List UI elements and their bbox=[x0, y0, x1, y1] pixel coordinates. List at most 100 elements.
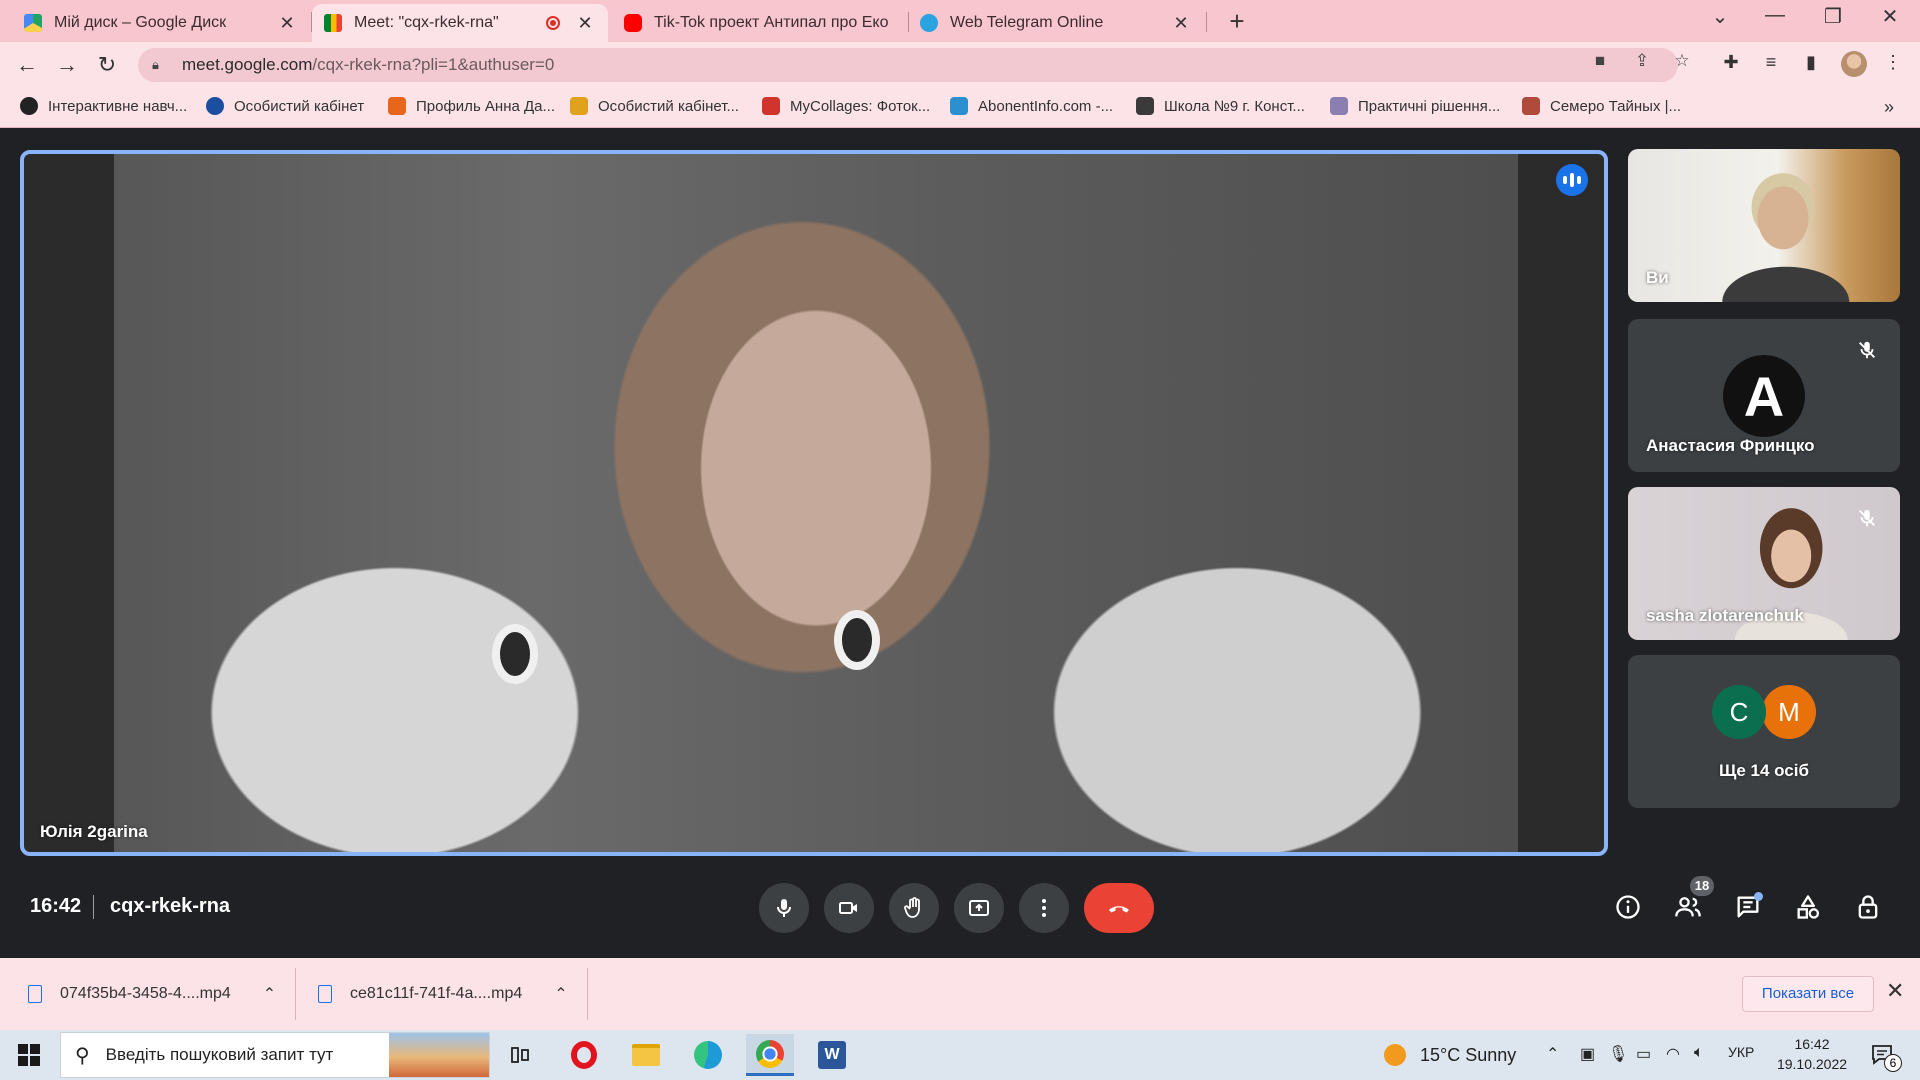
minimize-button[interactable]: — bbox=[1755, 4, 1795, 27]
more-options-button[interactable] bbox=[1019, 883, 1069, 933]
meeting-details-button[interactable] bbox=[1608, 887, 1648, 927]
download-item[interactable]: ce81c11f-741f-4a....mp4 ⌃ bbox=[318, 958, 568, 1030]
new-tab-button[interactable]: + bbox=[1222, 6, 1252, 37]
host-controls-button[interactable] bbox=[1848, 887, 1888, 927]
meeting-code: cqx-rkek-rna bbox=[110, 895, 231, 917]
tab-title: Meet: "cqx-rkek-rna" bbox=[354, 14, 499, 31]
wifi-icon[interactable]: ◠ bbox=[1666, 1044, 1680, 1064]
opera-icon[interactable] bbox=[560, 1034, 608, 1076]
media-controls-icon[interactable]: ≡ bbox=[1758, 52, 1784, 73]
file-explorer-icon[interactable] bbox=[622, 1034, 670, 1076]
chevron-up-icon[interactable]: ⌃ bbox=[554, 984, 567, 1004]
avatar: M bbox=[1762, 685, 1816, 739]
bookmark-favicon-icon bbox=[950, 97, 968, 115]
more-participants-label: Ще 14 осіб bbox=[1719, 761, 1809, 780]
bookmark-star-icon[interactable]: ☆ bbox=[1670, 51, 1694, 71]
menu-icon[interactable]: ⋮ bbox=[1880, 52, 1906, 73]
meet-tray-icon[interactable]: ▣ bbox=[1580, 1044, 1595, 1064]
camera-in-use-icon[interactable]: ■ bbox=[1588, 51, 1612, 71]
weather-widget[interactable]: 15°C Sunny bbox=[1384, 1044, 1516, 1066]
tab-title: Tik-Tok проект Антипал про Еко bbox=[654, 14, 889, 31]
close-icon[interactable]: ✕ bbox=[1170, 13, 1192, 34]
bookmark-item[interactable]: Особистий кабінет bbox=[206, 97, 364, 115]
participant-name: sasha zlotarenchuk bbox=[1646, 606, 1804, 625]
leave-call-button[interactable] bbox=[1084, 883, 1154, 933]
battery-icon[interactable]: ▭ bbox=[1636, 1044, 1651, 1064]
forward-button[interactable]: → bbox=[52, 50, 82, 80]
clock[interactable]: 16:42 19.10.2022 bbox=[1772, 1034, 1852, 1074]
hand-icon bbox=[904, 897, 920, 918]
bookmark-item[interactable]: Інтерактивне навч... bbox=[20, 97, 187, 115]
tab-youtube[interactable]: Tik-Tok проект Антипал про Еко bbox=[612, 4, 908, 42]
close-downloads-button[interactable]: ✕ bbox=[1886, 978, 1904, 1004]
bookmark-label: Особистий кабінет bbox=[234, 97, 365, 115]
more-participants-tile[interactable]: C M Ще 14 осіб bbox=[1628, 655, 1900, 808]
bookmark-label: Інтерактивне навч... bbox=[48, 97, 188, 115]
participant-tile[interactable]: A Анастасия Фринцко bbox=[1628, 319, 1900, 472]
main-participant-tile[interactable]: Юлія 2garina bbox=[20, 150, 1608, 856]
tab-telegram[interactable]: Web Telegram Online ✕ bbox=[908, 4, 1204, 42]
meeting-time: 16:42 bbox=[30, 895, 82, 917]
raise-hand-button[interactable] bbox=[889, 883, 939, 933]
close-icon[interactable]: ✕ bbox=[574, 13, 596, 34]
microphone-button[interactable] bbox=[759, 883, 809, 933]
clock-time: 16:42 bbox=[1794, 1036, 1830, 1052]
reload-button[interactable]: ↻ bbox=[92, 50, 122, 80]
activities-button[interactable] bbox=[1788, 887, 1828, 927]
search-highlight-image bbox=[389, 1033, 489, 1077]
tab-google-drive[interactable]: Мій диск – Google Диск ✕ bbox=[12, 4, 310, 42]
bookmark-item[interactable]: Школа №9 г. Конст... bbox=[1136, 97, 1305, 115]
bookmark-item[interactable]: Практичні рішення... bbox=[1330, 97, 1500, 115]
bookmark-item[interactable]: MyCollages: Фоток... bbox=[762, 97, 930, 115]
close-icon[interactable]: ✕ bbox=[276, 13, 298, 34]
share-icon[interactable]: ⇪ bbox=[1630, 51, 1654, 71]
mic-off-icon bbox=[1859, 509, 1875, 527]
present-button[interactable] bbox=[954, 883, 1004, 933]
microphone-tray-icon[interactable]: 🎙︎ bbox=[1608, 1044, 1628, 1064]
info-icon bbox=[1616, 895, 1640, 919]
word-icon[interactable]: W bbox=[808, 1034, 856, 1076]
weather-text: 15°C Sunny bbox=[1420, 1044, 1517, 1065]
extensions-icon[interactable]: ✚ bbox=[1718, 52, 1744, 73]
bookmark-item[interactable]: Семеро Тайных |... bbox=[1522, 97, 1681, 115]
self-tile[interactable]: Ви bbox=[1628, 149, 1900, 302]
url-host: meet.google.com bbox=[182, 55, 313, 74]
bookmark-item[interactable]: AbonentInfo.com -... bbox=[950, 97, 1113, 115]
file-icon bbox=[318, 985, 332, 1003]
back-button[interactable]: ← bbox=[12, 50, 42, 80]
maximize-button[interactable]: ❐ bbox=[1813, 4, 1853, 29]
tab-google-meet[interactable]: Meet: "cqx-rkek-rna" ✕ bbox=[312, 4, 608, 42]
bookmark-favicon-icon bbox=[1522, 97, 1540, 115]
tab-search-chevron-icon[interactable]: ⌄ bbox=[1700, 4, 1740, 29]
bookmark-item[interactable]: Профиль Анна Да... bbox=[388, 97, 555, 115]
taskbar-search-input[interactable]: ⚲ Введіть пошуковий запит тут bbox=[60, 1032, 490, 1078]
bookmark-item[interactable]: Особистий кабінет... bbox=[570, 97, 739, 115]
edge-icon[interactable] bbox=[684, 1034, 732, 1076]
bookmark-favicon-icon bbox=[206, 97, 224, 115]
chevron-up-icon[interactable]: ⌃ bbox=[263, 984, 276, 1004]
chevron-up-icon[interactable]: ⌃ bbox=[1546, 1044, 1559, 1064]
participant-tile[interactable]: sasha zlotarenchuk bbox=[1628, 487, 1900, 640]
present-screen-icon bbox=[969, 900, 989, 916]
more-vert-icon bbox=[1042, 899, 1046, 917]
chrome-icon[interactable] bbox=[746, 1034, 794, 1076]
bookmarks-overflow-button[interactable]: » bbox=[1884, 97, 1894, 118]
side-panel-icon[interactable]: ▮ bbox=[1798, 52, 1824, 73]
windows-start-icon[interactable] bbox=[18, 1044, 40, 1066]
avatar: A bbox=[1723, 355, 1805, 437]
language-indicator[interactable]: УКР bbox=[1728, 1044, 1754, 1060]
download-item[interactable]: 074f35b4-3458-4....mp4 ⌃ bbox=[28, 958, 276, 1030]
bookmark-favicon-icon bbox=[1330, 97, 1348, 115]
camera-button[interactable] bbox=[824, 883, 874, 933]
notification-count-badge: 6 bbox=[1884, 1054, 1902, 1072]
participant-video bbox=[114, 154, 1518, 852]
show-all-downloads-button[interactable]: Показати все bbox=[1742, 976, 1874, 1012]
lock-icon[interactable]: 🔒︎ bbox=[152, 57, 166, 73]
close-window-button[interactable]: ✕ bbox=[1870, 4, 1910, 29]
address-bar[interactable]: 🔒︎ meet.google.com/cqx-rkek-rna?pli=1&au… bbox=[138, 48, 1678, 82]
task-view-icon[interactable] bbox=[496, 1034, 544, 1076]
sun-icon bbox=[1384, 1044, 1406, 1066]
participant-name: Анастасия Фринцко bbox=[1646, 436, 1815, 455]
speaker-icon[interactable]: 🔈︎ bbox=[1694, 1044, 1704, 1062]
profile-avatar[interactable] bbox=[1841, 51, 1867, 77]
